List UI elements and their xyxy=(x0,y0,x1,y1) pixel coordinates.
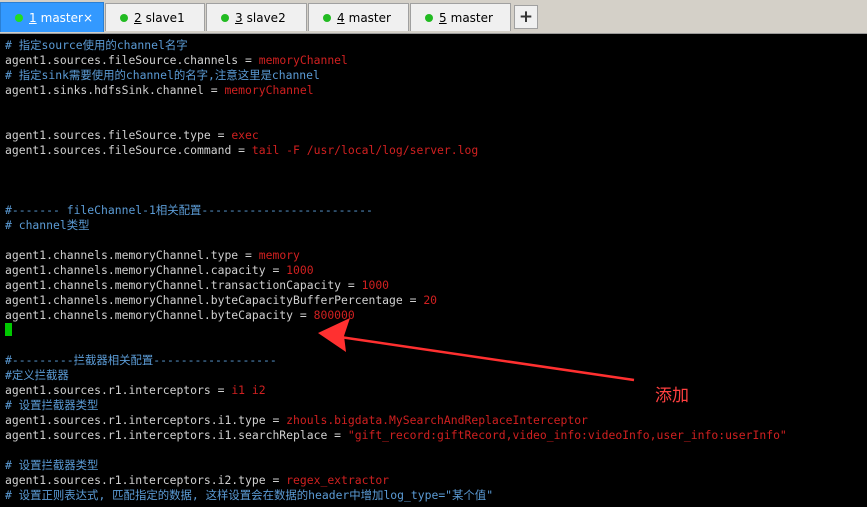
annotation-label: 添加 xyxy=(655,386,689,406)
terminal-line: agent1.channels.memoryChannel.byteCapaci… xyxy=(5,293,437,308)
comment-text: # 设置正则表达式, 匹配指定的数据, 这样设置会在数据的header中增加lo… xyxy=(5,488,494,502)
terminal-line: # channel类型 xyxy=(5,218,90,233)
tab-2-slave1[interactable]: 2 slave1 xyxy=(105,3,205,31)
config-value: 800000 xyxy=(313,308,355,322)
config-key: agent1.channels.memoryChannel.type = xyxy=(5,248,259,262)
tab-3-slave2[interactable]: 3 slave2 xyxy=(206,3,307,31)
terminal-line: #定义拦截器 xyxy=(5,368,69,383)
add-tab-button[interactable]: + xyxy=(514,5,538,29)
config-key: agent1.channels.memoryChannel.byteCapaci… xyxy=(5,308,314,322)
tab-label: master xyxy=(348,10,391,25)
tab-bar: 1 master × 2 slave1 3 slave2 4 master 5 … xyxy=(0,0,867,34)
tab-label: slave2 xyxy=(246,10,286,25)
tab-label: master xyxy=(450,10,493,25)
config-value: i1 i2 xyxy=(231,383,266,397)
terminal-line: agent1.channels.memoryChannel.byteCapaci… xyxy=(5,308,355,323)
terminal-line: agent1.sources.r1.interceptors.i1.type =… xyxy=(5,413,588,428)
terminal-line: # 设置拦截器类型 xyxy=(5,458,98,473)
tab-number: 5 xyxy=(439,10,447,25)
tab-label: master xyxy=(40,10,83,25)
comment-text: # 设置拦截器类型 xyxy=(5,458,99,472)
terminal-line: agent1.sources.fileSource.channels = mem… xyxy=(5,53,348,68)
tab-5-master[interactable]: 5 master xyxy=(410,3,511,31)
terminal-line: agent1.sources.r1.interceptors.i2.type =… xyxy=(5,473,389,488)
terminal-line: agent1.channels.memoryChannel.transactio… xyxy=(5,278,389,293)
config-value: exec xyxy=(231,128,259,142)
config-value: memory xyxy=(258,248,300,262)
config-key: agent1.sinks.hdfsSink.channel = xyxy=(5,83,225,97)
config-key: agent1.sources.fileSource.type = xyxy=(5,128,232,142)
terminal-output[interactable]: # 指定source使用的channel名字 agent1.sources.fil… xyxy=(0,34,867,507)
tab-number: 1 xyxy=(29,10,37,25)
config-key: agent1.sources.fileSource.command = xyxy=(5,143,252,157)
config-key: agent1.sources.r1.interceptors = xyxy=(5,383,232,397)
tab-number: 3 xyxy=(235,10,243,25)
session-status-icon xyxy=(323,13,331,22)
config-value: tail -F /usr/local/log/server.log xyxy=(251,143,479,157)
comment-text: #定义拦截器 xyxy=(5,368,69,382)
tab-1-master[interactable]: 1 master × xyxy=(0,2,104,32)
config-value: 1000 xyxy=(286,263,314,277)
comment-text: # 指定source使用的channel名字 xyxy=(5,38,188,52)
terminal-line: agent1.channels.memoryChannel.type = mem… xyxy=(5,248,300,263)
comment-text: #---------拦截器相关配置------------------ xyxy=(5,353,277,367)
terminal-line: agent1.sinks.hdfsSink.channel = memoryCh… xyxy=(5,83,314,98)
config-value: 1000 xyxy=(361,278,390,292)
terminal-line: agent1.channels.memoryChannel.capacity =… xyxy=(5,263,314,278)
terminal-cursor xyxy=(5,323,12,336)
config-value: regex_extractor xyxy=(286,473,390,487)
session-status-icon xyxy=(221,13,229,22)
comment-text: # 设置拦截器类型 xyxy=(5,398,99,412)
session-status-icon xyxy=(15,13,23,22)
config-value: memoryChannel xyxy=(224,83,314,97)
config-key: agent1.sources.r1.interceptors.i2.type = xyxy=(5,473,287,487)
comment-text: # 指定sink需要使用的channel的名字,注意这里是channel xyxy=(5,68,320,82)
terminal-line: # 设置拦截器类型 xyxy=(5,398,98,413)
config-key: agent1.channels.memoryChannel.byteCapaci… xyxy=(5,293,424,307)
config-key: agent1.sources.fileSource.channels = xyxy=(5,53,259,67)
terminal-line: #---------拦截器相关配置------------------ xyxy=(5,353,277,368)
config-key: agent1.sources.r1.interceptors.i1.search… xyxy=(5,428,348,442)
terminal-line: # 指定source使用的channel名字 xyxy=(5,38,188,53)
terminal-line: agent1.sources.r1.interceptors = i1 i2 xyxy=(5,383,266,398)
tab-number: 4 xyxy=(337,10,345,25)
plus-icon: + xyxy=(518,7,534,27)
comment-text: # channel类型 xyxy=(5,218,90,232)
config-value: memoryChannel xyxy=(258,53,348,67)
terminal-line: # 指定sink需要使用的channel的名字,注意这里是channel xyxy=(5,68,320,83)
comment-text: #------- fileChannel-1相关配置--------------… xyxy=(5,203,373,217)
terminal-line: agent1.sources.fileSource.command = tail… xyxy=(5,143,478,158)
close-icon[interactable]: × xyxy=(83,11,93,25)
tab-label: slave1 xyxy=(145,10,185,25)
session-status-icon xyxy=(120,13,128,22)
config-key: agent1.channels.memoryChannel.transactio… xyxy=(5,278,362,292)
config-value: "gift_record:giftRecord,video_info:video… xyxy=(347,428,787,442)
config-value: 20 xyxy=(423,293,438,307)
tab-4-master[interactable]: 4 master xyxy=(308,3,409,31)
terminal-line: agent1.sources.fileSource.type = exec xyxy=(5,128,259,143)
terminal-line: # 设置正则表达式, 匹配指定的数据, 这样设置会在数据的header中增加lo… xyxy=(5,488,493,503)
config-value: zhouls.bigdata.MySearchAndReplaceInterce… xyxy=(286,413,588,427)
session-status-icon xyxy=(425,13,433,22)
config-key: agent1.channels.memoryChannel.capacity = xyxy=(5,263,287,277)
terminal-line: #------- fileChannel-1相关配置--------------… xyxy=(5,203,373,218)
terminal-line: agent1.sources.r1.interceptors.i1.search… xyxy=(5,428,787,443)
config-key: agent1.sources.r1.interceptors.i1.type = xyxy=(5,413,287,427)
tab-number: 2 xyxy=(134,10,142,25)
